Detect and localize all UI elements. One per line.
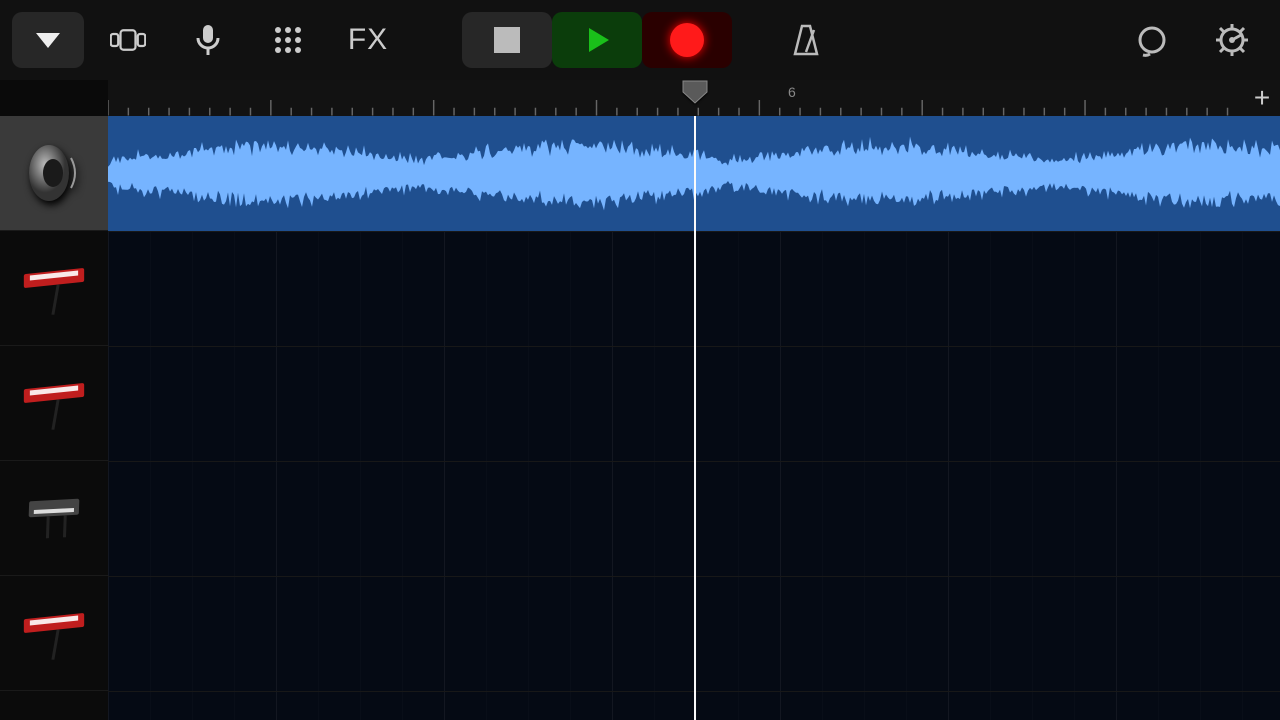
loop-icon [1134,22,1170,58]
synth-icon [29,499,80,518]
plus-icon: + [1254,82,1270,114]
triangle-down-icon [30,22,66,58]
settings-button[interactable] [1196,12,1268,68]
record-button[interactable] [642,12,732,68]
timeline[interactable] [108,116,1280,720]
play-icon [579,22,615,58]
keyboard-icon [24,613,84,633]
track-header-synth[interactable] [0,461,108,576]
menu-dropdown-button[interactable] [12,12,84,68]
track-headers [0,116,108,720]
track-header-kbd-2[interactable] [0,346,108,461]
gear-icon [1214,22,1250,58]
stop-icon [494,27,520,53]
keyboard-icon [24,268,84,288]
track-view-toggle[interactable] [92,12,164,68]
keyboard-icon [24,383,84,403]
fx-label: FX [348,23,388,57]
record-icon [670,23,704,57]
track-header-kbd-3[interactable] [0,576,108,691]
speaker-icon [19,138,89,208]
grid-icon [270,22,306,58]
microphone-icon [190,22,226,58]
toolbar: FX [0,0,1280,80]
track-header-audio[interactable] [0,116,108,231]
ruler-row: 6 + [0,80,1280,116]
metronome-button[interactable] [770,12,842,68]
add-section-button[interactable]: + [1244,80,1280,116]
audio-region[interactable] [108,116,1280,231]
metronome-icon [788,22,824,58]
timeline-ruler[interactable]: 6 [108,80,1244,116]
play-button[interactable] [552,12,642,68]
stop-button[interactable] [462,12,552,68]
ruler-label-6: 6 [788,84,796,100]
instrument-grid-button[interactable] [252,12,324,68]
loop-button[interactable] [1116,12,1188,68]
ruler-ticks [108,80,1244,116]
ruler-gutter [0,80,108,116]
fx-button[interactable]: FX [332,12,404,68]
microphone-button[interactable] [172,12,244,68]
track-layout-icon [110,22,146,58]
waveform [108,116,1280,231]
transport-controls [462,12,732,68]
tracks-area [0,116,1280,720]
track-header-kbd-1[interactable] [0,231,108,346]
